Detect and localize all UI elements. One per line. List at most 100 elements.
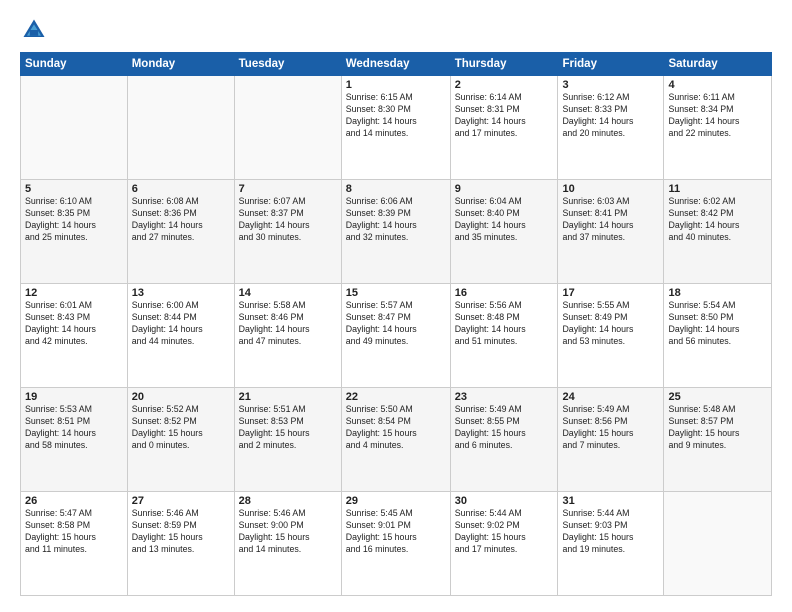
day-number: 6	[132, 183, 230, 195]
cell-content: Sunrise: 6:01 AM Sunset: 8:43 PM Dayligh…	[25, 300, 123, 348]
day-number: 8	[346, 183, 446, 195]
day-number: 3	[562, 79, 659, 91]
calendar-cell	[234, 76, 341, 180]
day-number: 25	[668, 391, 767, 403]
cell-content: Sunrise: 5:56 AM Sunset: 8:48 PM Dayligh…	[455, 300, 554, 348]
day-number: 14	[239, 287, 337, 299]
calendar-cell: 16Sunrise: 5:56 AM Sunset: 8:48 PM Dayli…	[450, 284, 558, 388]
calendar-header-row: SundayMondayTuesdayWednesdayThursdayFrid…	[21, 53, 772, 76]
calendar-cell: 14Sunrise: 5:58 AM Sunset: 8:46 PM Dayli…	[234, 284, 341, 388]
calendar-cell: 20Sunrise: 5:52 AM Sunset: 8:52 PM Dayli…	[127, 388, 234, 492]
day-number: 30	[455, 495, 554, 507]
calendar-cell: 15Sunrise: 5:57 AM Sunset: 8:47 PM Dayli…	[341, 284, 450, 388]
day-number: 7	[239, 183, 337, 195]
cell-content: Sunrise: 6:12 AM Sunset: 8:33 PM Dayligh…	[562, 92, 659, 140]
calendar-week-row: 19Sunrise: 5:53 AM Sunset: 8:51 PM Dayli…	[21, 388, 772, 492]
day-number: 16	[455, 287, 554, 299]
cell-content: Sunrise: 5:44 AM Sunset: 9:02 PM Dayligh…	[455, 508, 554, 556]
calendar-cell: 28Sunrise: 5:46 AM Sunset: 9:00 PM Dayli…	[234, 492, 341, 596]
calendar-cell	[21, 76, 128, 180]
day-number: 21	[239, 391, 337, 403]
calendar-cell: 24Sunrise: 5:49 AM Sunset: 8:56 PM Dayli…	[558, 388, 664, 492]
day-number: 27	[132, 495, 230, 507]
calendar-cell: 10Sunrise: 6:03 AM Sunset: 8:41 PM Dayli…	[558, 180, 664, 284]
day-header-thursday: Thursday	[450, 53, 558, 76]
day-number: 1	[346, 79, 446, 91]
cell-content: Sunrise: 6:00 AM Sunset: 8:44 PM Dayligh…	[132, 300, 230, 348]
header	[20, 16, 772, 44]
day-number: 29	[346, 495, 446, 507]
day-number: 12	[25, 287, 123, 299]
cell-content: Sunrise: 5:51 AM Sunset: 8:53 PM Dayligh…	[239, 404, 337, 452]
day-number: 24	[562, 391, 659, 403]
cell-content: Sunrise: 5:44 AM Sunset: 9:03 PM Dayligh…	[562, 508, 659, 556]
calendar-cell: 17Sunrise: 5:55 AM Sunset: 8:49 PM Dayli…	[558, 284, 664, 388]
calendar-cell: 5Sunrise: 6:10 AM Sunset: 8:35 PM Daylig…	[21, 180, 128, 284]
calendar-week-row: 5Sunrise: 6:10 AM Sunset: 8:35 PM Daylig…	[21, 180, 772, 284]
calendar-cell: 2Sunrise: 6:14 AM Sunset: 8:31 PM Daylig…	[450, 76, 558, 180]
day-number: 2	[455, 79, 554, 91]
cell-content: Sunrise: 6:08 AM Sunset: 8:36 PM Dayligh…	[132, 196, 230, 244]
day-number: 13	[132, 287, 230, 299]
day-number: 20	[132, 391, 230, 403]
cell-content: Sunrise: 6:02 AM Sunset: 8:42 PM Dayligh…	[668, 196, 767, 244]
calendar-cell	[127, 76, 234, 180]
day-header-monday: Monday	[127, 53, 234, 76]
calendar-cell: 18Sunrise: 5:54 AM Sunset: 8:50 PM Dayli…	[664, 284, 772, 388]
day-number: 17	[562, 287, 659, 299]
calendar-table: SundayMondayTuesdayWednesdayThursdayFrid…	[20, 52, 772, 596]
day-number: 19	[25, 391, 123, 403]
cell-content: Sunrise: 6:10 AM Sunset: 8:35 PM Dayligh…	[25, 196, 123, 244]
cell-content: Sunrise: 5:45 AM Sunset: 9:01 PM Dayligh…	[346, 508, 446, 556]
day-number: 18	[668, 287, 767, 299]
calendar-cell: 19Sunrise: 5:53 AM Sunset: 8:51 PM Dayli…	[21, 388, 128, 492]
day-header-tuesday: Tuesday	[234, 53, 341, 76]
calendar-cell: 27Sunrise: 5:46 AM Sunset: 8:59 PM Dayli…	[127, 492, 234, 596]
cell-content: Sunrise: 5:47 AM Sunset: 8:58 PM Dayligh…	[25, 508, 123, 556]
calendar-cell: 29Sunrise: 5:45 AM Sunset: 9:01 PM Dayli…	[341, 492, 450, 596]
cell-content: Sunrise: 6:07 AM Sunset: 8:37 PM Dayligh…	[239, 196, 337, 244]
day-number: 4	[668, 79, 767, 91]
calendar-cell: 6Sunrise: 6:08 AM Sunset: 8:36 PM Daylig…	[127, 180, 234, 284]
logo-icon	[20, 16, 48, 44]
calendar-cell: 23Sunrise: 5:49 AM Sunset: 8:55 PM Dayli…	[450, 388, 558, 492]
cell-content: Sunrise: 6:04 AM Sunset: 8:40 PM Dayligh…	[455, 196, 554, 244]
day-number: 9	[455, 183, 554, 195]
cell-content: Sunrise: 6:11 AM Sunset: 8:34 PM Dayligh…	[668, 92, 767, 140]
cell-content: Sunrise: 5:57 AM Sunset: 8:47 PM Dayligh…	[346, 300, 446, 348]
calendar-cell: 9Sunrise: 6:04 AM Sunset: 8:40 PM Daylig…	[450, 180, 558, 284]
day-number: 31	[562, 495, 659, 507]
calendar-cell: 8Sunrise: 6:06 AM Sunset: 8:39 PM Daylig…	[341, 180, 450, 284]
day-number: 23	[455, 391, 554, 403]
day-header-wednesday: Wednesday	[341, 53, 450, 76]
cell-content: Sunrise: 6:03 AM Sunset: 8:41 PM Dayligh…	[562, 196, 659, 244]
day-header-friday: Friday	[558, 53, 664, 76]
calendar-cell: 13Sunrise: 6:00 AM Sunset: 8:44 PM Dayli…	[127, 284, 234, 388]
day-header-sunday: Sunday	[21, 53, 128, 76]
calendar-cell: 11Sunrise: 6:02 AM Sunset: 8:42 PM Dayli…	[664, 180, 772, 284]
cell-content: Sunrise: 5:49 AM Sunset: 8:55 PM Dayligh…	[455, 404, 554, 452]
day-number: 26	[25, 495, 123, 507]
day-number: 22	[346, 391, 446, 403]
calendar-week-row: 12Sunrise: 6:01 AM Sunset: 8:43 PM Dayli…	[21, 284, 772, 388]
cell-content: Sunrise: 5:58 AM Sunset: 8:46 PM Dayligh…	[239, 300, 337, 348]
calendar-cell: 22Sunrise: 5:50 AM Sunset: 8:54 PM Dayli…	[341, 388, 450, 492]
day-number: 28	[239, 495, 337, 507]
calendar-week-row: 1Sunrise: 6:15 AM Sunset: 8:30 PM Daylig…	[21, 76, 772, 180]
day-header-saturday: Saturday	[664, 53, 772, 76]
calendar-cell: 21Sunrise: 5:51 AM Sunset: 8:53 PM Dayli…	[234, 388, 341, 492]
logo	[20, 16, 50, 44]
cell-content: Sunrise: 5:52 AM Sunset: 8:52 PM Dayligh…	[132, 404, 230, 452]
day-number: 15	[346, 287, 446, 299]
calendar-cell: 30Sunrise: 5:44 AM Sunset: 9:02 PM Dayli…	[450, 492, 558, 596]
calendar-cell: 7Sunrise: 6:07 AM Sunset: 8:37 PM Daylig…	[234, 180, 341, 284]
cell-content: Sunrise: 5:49 AM Sunset: 8:56 PM Dayligh…	[562, 404, 659, 452]
calendar-week-row: 26Sunrise: 5:47 AM Sunset: 8:58 PM Dayli…	[21, 492, 772, 596]
cell-content: Sunrise: 6:15 AM Sunset: 8:30 PM Dayligh…	[346, 92, 446, 140]
cell-content: Sunrise: 5:50 AM Sunset: 8:54 PM Dayligh…	[346, 404, 446, 452]
cell-content: Sunrise: 6:06 AM Sunset: 8:39 PM Dayligh…	[346, 196, 446, 244]
calendar-cell: 4Sunrise: 6:11 AM Sunset: 8:34 PM Daylig…	[664, 76, 772, 180]
calendar-cell: 1Sunrise: 6:15 AM Sunset: 8:30 PM Daylig…	[341, 76, 450, 180]
day-number: 5	[25, 183, 123, 195]
cell-content: Sunrise: 5:48 AM Sunset: 8:57 PM Dayligh…	[668, 404, 767, 452]
